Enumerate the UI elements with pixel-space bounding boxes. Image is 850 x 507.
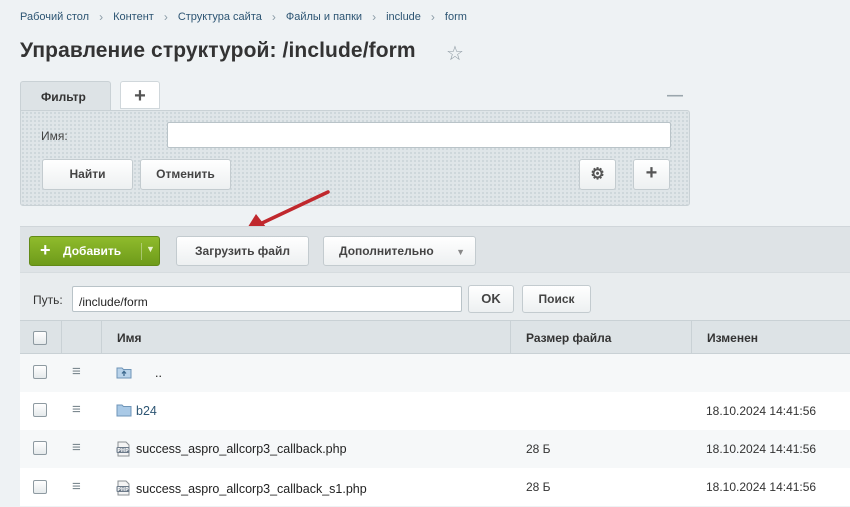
add-button[interactable]: + Добавить ▼ xyxy=(29,236,160,266)
tab-filter[interactable]: Фильтр xyxy=(20,81,111,111)
toolbar: + Добавить ▼ Загрузить файл Дополнительн… xyxy=(20,226,850,272)
file-modified: 18.10.2024 14:41:56 xyxy=(706,404,817,418)
row-checkbox[interactable] xyxy=(33,365,47,379)
filter-settings-button[interactable]: ⚙ xyxy=(579,159,616,190)
row-menu-icon[interactable]: ≡ xyxy=(72,439,81,456)
search-button[interactable]: Поиск xyxy=(522,285,591,313)
breadcrumb-item-site-structure[interactable]: Структура сайта xyxy=(178,11,262,23)
file-name[interactable]: .. xyxy=(155,366,162,380)
breadcrumb-item-content[interactable]: Контент xyxy=(113,11,154,23)
chevron-down-icon[interactable]: ▼ xyxy=(146,244,155,254)
svg-text:PHP: PHP xyxy=(117,448,129,454)
table-row[interactable]: ≡ b24 18.10.2024 14:41:56 xyxy=(20,392,850,430)
breadcrumb-item-desktop[interactable]: Рабочий стол xyxy=(20,11,89,23)
file-name[interactable]: success_aspro_allcorp3_callback_s1.php xyxy=(136,482,367,496)
breadcrumb-separator: › xyxy=(99,10,104,24)
php-file-icon: PHP xyxy=(116,441,130,457)
filter-name-label: Имя: xyxy=(41,129,68,143)
divider xyxy=(141,243,142,260)
add-filter-tab-button[interactable]: + xyxy=(120,81,160,109)
plus-icon: + xyxy=(645,162,658,184)
file-size: 28 Б xyxy=(526,480,551,494)
table-header: Имя Размер файла Изменен xyxy=(20,320,850,354)
breadcrumb-separator: › xyxy=(163,10,168,24)
find-button[interactable]: Найти xyxy=(42,159,133,190)
folder-icon xyxy=(116,404,132,417)
minimize-icon[interactable]: — xyxy=(667,87,683,105)
breadcrumb-item-form[interactable]: form xyxy=(445,11,467,23)
cancel-button[interactable]: Отменить xyxy=(140,159,231,190)
table-row[interactable]: ≡ PHP success_aspro_allcorp3_callback.ph… xyxy=(20,430,850,468)
header-name[interactable]: Имя xyxy=(101,321,510,354)
file-size: 28 Б xyxy=(526,442,551,456)
breadcrumb-item-files-folders[interactable]: Файлы и папки xyxy=(286,11,362,23)
page-title: Управление структурой: /include/form xyxy=(20,39,416,62)
breadcrumb: Рабочий стол › Контент › Структура сайта… xyxy=(20,10,467,24)
header-modified[interactable]: Изменен xyxy=(691,321,850,354)
plus-icon: + xyxy=(40,240,51,260)
row-menu-icon[interactable]: ≡ xyxy=(72,363,81,380)
more-actions-button[interactable]: Дополнительно ▼ xyxy=(323,236,476,266)
php-file-icon: PHP xyxy=(116,480,130,496)
select-all-checkbox[interactable] xyxy=(33,331,47,345)
header-check-cell xyxy=(20,321,61,354)
header-menu-cell xyxy=(61,321,101,354)
add-button-label: Добавить xyxy=(63,244,122,258)
filter-name-input[interactable] xyxy=(167,122,671,148)
svg-text:PHP: PHP xyxy=(117,487,129,493)
folder-up-icon xyxy=(116,367,132,379)
chevron-down-icon: ▼ xyxy=(456,247,465,257)
filter-panel: Имя: Найти Отменить ⚙ + xyxy=(20,110,690,206)
more-actions-label: Дополнительно xyxy=(339,244,434,258)
gear-icon: ⚙ xyxy=(590,166,605,183)
table-row[interactable]: ≡ PHP success_aspro_allcorp3_callback_s1… xyxy=(20,468,850,506)
row-menu-icon[interactable]: ≡ xyxy=(72,401,81,418)
breadcrumb-separator: › xyxy=(430,10,435,24)
file-modified: 18.10.2024 14:41:56 xyxy=(706,480,817,494)
path-ok-button[interactable]: OK xyxy=(468,285,514,313)
row-menu-icon[interactable]: ≡ xyxy=(72,478,81,495)
breadcrumb-item-include[interactable]: include xyxy=(386,11,421,23)
file-name[interactable]: b24 xyxy=(136,404,157,418)
path-label: Путь: xyxy=(33,293,63,307)
row-checkbox[interactable] xyxy=(33,403,47,417)
add-filter-field-button[interactable]: + xyxy=(633,159,670,190)
header-size[interactable]: Размер файла xyxy=(510,321,691,354)
row-checkbox[interactable] xyxy=(33,441,47,455)
file-modified: 18.10.2024 14:41:56 xyxy=(706,442,817,456)
breadcrumb-separator: › xyxy=(271,10,276,24)
star-icon[interactable]: ☆ xyxy=(446,41,464,66)
row-checkbox[interactable] xyxy=(33,480,47,494)
upload-file-button[interactable]: Загрузить файл xyxy=(176,236,309,266)
breadcrumb-separator: › xyxy=(372,10,377,24)
file-name[interactable]: success_aspro_allcorp3_callback.php xyxy=(136,442,347,456)
path-input[interactable] xyxy=(72,286,462,312)
path-bar: Путь: OK Поиск xyxy=(20,272,850,320)
table-row[interactable]: ≡ .. xyxy=(20,354,850,392)
